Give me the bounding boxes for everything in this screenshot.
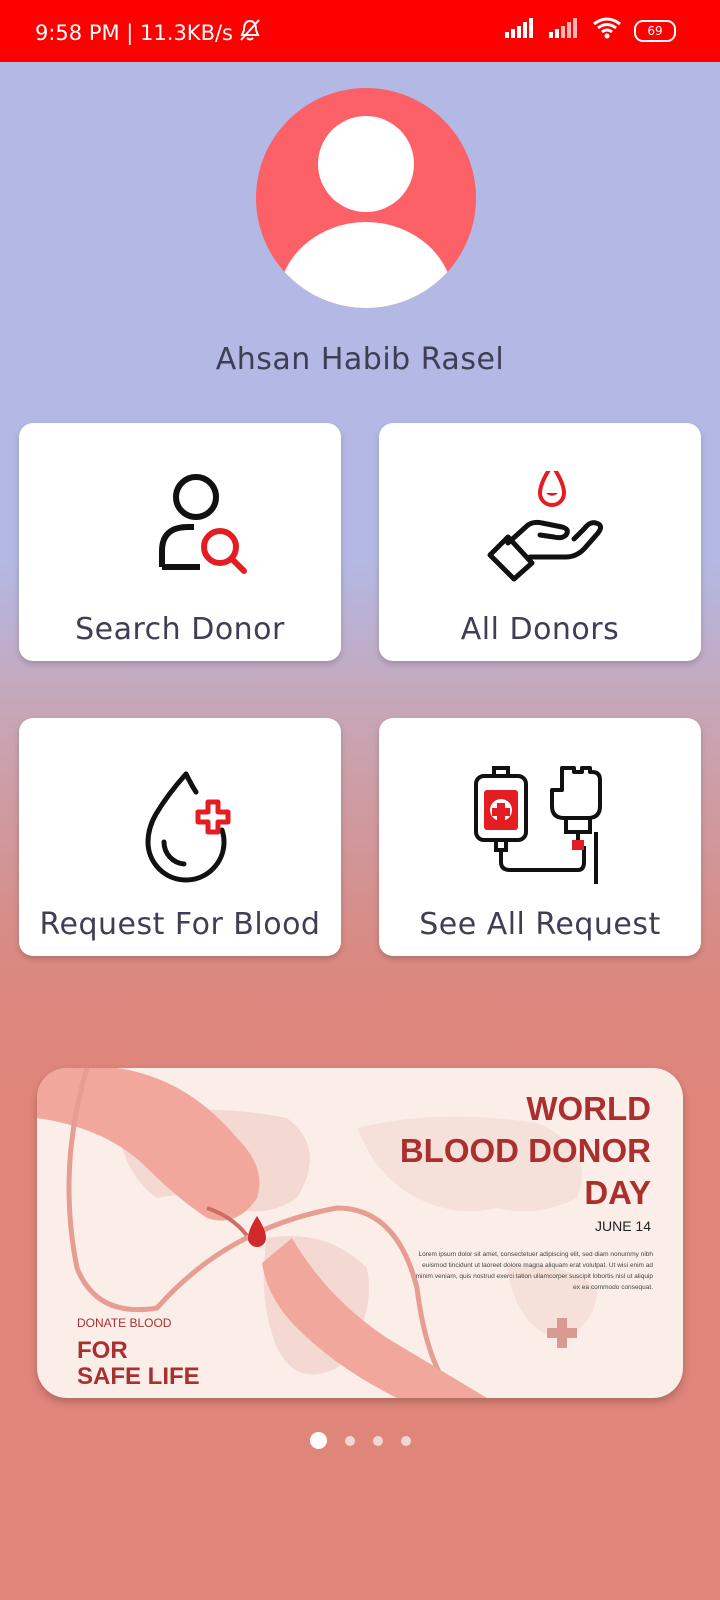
user-name: Ahsan Habib Rasel bbox=[215, 342, 505, 377]
all-donors-label: All Donors bbox=[460, 612, 620, 647]
request-blood-card[interactable]: Request For Blood bbox=[19, 718, 341, 956]
all-donors-card[interactable]: All Donors bbox=[379, 423, 701, 661]
search-donor-card[interactable]: Search Donor bbox=[19, 423, 341, 661]
status-right: 69 bbox=[504, 17, 676, 44]
status-time-speed: 9:58 PM | 11.3KB/s bbox=[35, 20, 233, 45]
banner-carousel[interactable]: WORLD BLOOD DONOR DAY JUNE 14 Lorem ipsu… bbox=[37, 1068, 683, 1398]
carousel-dot[interactable] bbox=[345, 1435, 355, 1446]
avatar-body bbox=[278, 222, 454, 308]
wifi-icon bbox=[592, 17, 622, 44]
blood-bag-transfusion-icon bbox=[474, 766, 602, 884]
see-all-request-card[interactable]: See All Request bbox=[379, 718, 701, 956]
status-bar: 9:58 PM | 11.3KB/s 69 bbox=[0, 0, 720, 62]
search-user-icon bbox=[159, 474, 247, 574]
mute-bell-icon bbox=[239, 18, 261, 47]
status-left: 9:58 PM | 11.3KB/s bbox=[35, 18, 261, 47]
banner-donate-text: DONATE BLOOD bbox=[77, 1316, 172, 1330]
banner-title-line-2: BLOOD DONOR bbox=[399, 1132, 651, 1169]
signal-icon bbox=[504, 18, 536, 43]
user-icon[interactable] bbox=[256, 88, 476, 308]
see-all-request-label: See All Request bbox=[419, 907, 661, 942]
blood-drop-plus-icon bbox=[145, 771, 231, 883]
banner-safe-life: FOR SAFE LIFE bbox=[77, 1338, 200, 1390]
search-donor-label: Search Donor bbox=[75, 612, 285, 647]
banner-title-line-3: DAY bbox=[584, 1174, 651, 1211]
banner-title-line-1: WORLD bbox=[526, 1090, 651, 1127]
banner-safe-line-2: SAFE LIFE bbox=[77, 1363, 200, 1390]
avatar-head bbox=[318, 116, 414, 212]
battery-icon: 69 bbox=[634, 19, 676, 42]
carousel-indicator bbox=[310, 1432, 411, 1449]
blood-drop-hand-icon bbox=[487, 471, 604, 582]
battery-level: 69 bbox=[647, 23, 663, 38]
carousel-dot[interactable] bbox=[373, 1435, 383, 1446]
carousel-dot[interactable] bbox=[401, 1435, 411, 1446]
carousel-dot[interactable] bbox=[310, 1432, 327, 1449]
banner-date: JUNE 14 bbox=[594, 1218, 651, 1234]
banner-safe-line-1: FOR bbox=[77, 1337, 128, 1364]
request-blood-label: Request For Blood bbox=[39, 907, 321, 942]
banner-body-text: Lorem ipsum dolor sit amet, consectetuer… bbox=[415, 1251, 653, 1291]
signal-icon bbox=[548, 18, 580, 43]
